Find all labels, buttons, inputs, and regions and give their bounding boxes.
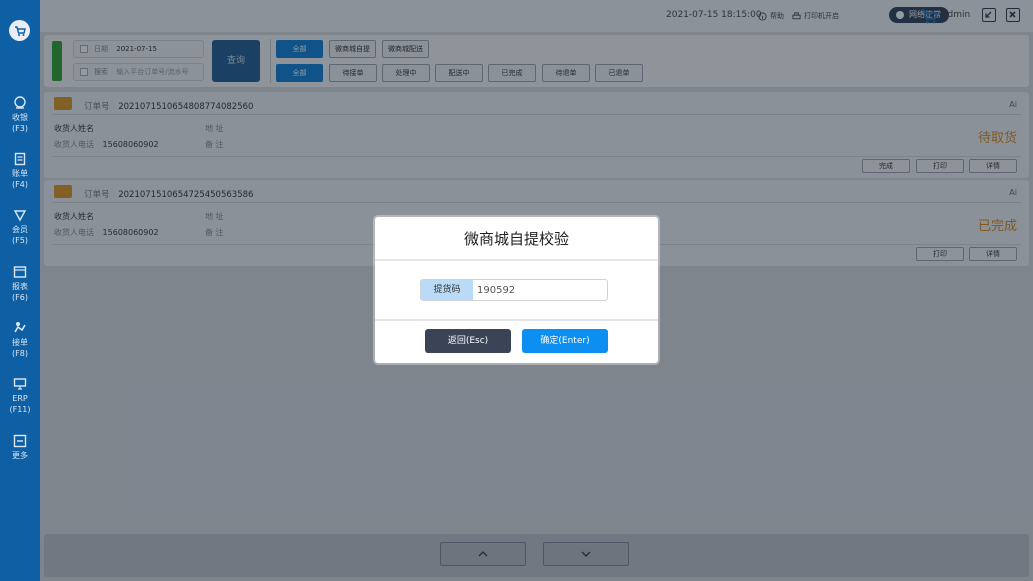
sidebar-item-label: 接单 [12, 338, 28, 347]
bill-icon [14, 152, 26, 166]
sidebar-item-key: (F11) [9, 405, 31, 414]
more-icon [13, 434, 27, 448]
app-logo [9, 20, 30, 41]
sidebar-item-key: (F4) [12, 180, 28, 189]
sidebar-item-label: 收银 [12, 113, 28, 122]
erp-icon [13, 378, 27, 390]
sidebar-item-erp[interactable]: ERP (F11) [0, 377, 40, 415]
sidebar-item-key: (F8) [12, 349, 28, 358]
sidebar-item-label: 会员 [12, 225, 28, 234]
sidebar-item-label: 更多 [12, 451, 28, 460]
sidebar-item-cashier[interactable]: 收银 (F3) [0, 96, 40, 134]
report-icon [13, 266, 27, 278]
sidebar-item-more[interactable]: 更多 [0, 434, 40, 461]
sidebar-item-label: 报表 [12, 282, 28, 291]
sidebar-item-key: (F5) [12, 236, 28, 245]
sidebar-item-report[interactable]: 报表 (F6) [0, 265, 40, 303]
cashier-icon [14, 96, 26, 109]
sidebar-item-member[interactable]: 会员 (F5) [0, 208, 40, 246]
divider [375, 259, 658, 261]
member-icon [13, 210, 27, 222]
order-icon [14, 322, 26, 333]
sidebar: 收银 (F3) 账单 (F4) 会员 (F5) 报表 (F6) 接单 (F8) … [0, 0, 40, 581]
sidebar-item-key: (F3) [12, 124, 28, 133]
pickup-code-input[interactable] [477, 280, 605, 300]
pickup-verify-dialog: 微商城自提校验 提货码 返回(Esc) 确定(Enter) [375, 217, 658, 363]
sidebar-item-label: ERP [12, 394, 28, 403]
confirm-button[interactable]: 确定(Enter) [522, 329, 608, 353]
cart-logo-icon [14, 25, 26, 36]
sidebar-item-order[interactable]: 接单 (F8) [0, 321, 40, 359]
pickup-code-label: 提货码 [421, 280, 473, 300]
sidebar-item-bill[interactable]: 账单 (F4) [0, 152, 40, 190]
divider [375, 319, 658, 321]
sidebar-item-label: 账单 [12, 169, 28, 178]
pickup-code-field[interactable]: 提货码 [420, 279, 608, 301]
dialog-title: 微商城自提校验 [463, 230, 569, 248]
sidebar-item-key: (F6) [12, 293, 28, 302]
back-button[interactable]: 返回(Esc) [425, 329, 511, 353]
